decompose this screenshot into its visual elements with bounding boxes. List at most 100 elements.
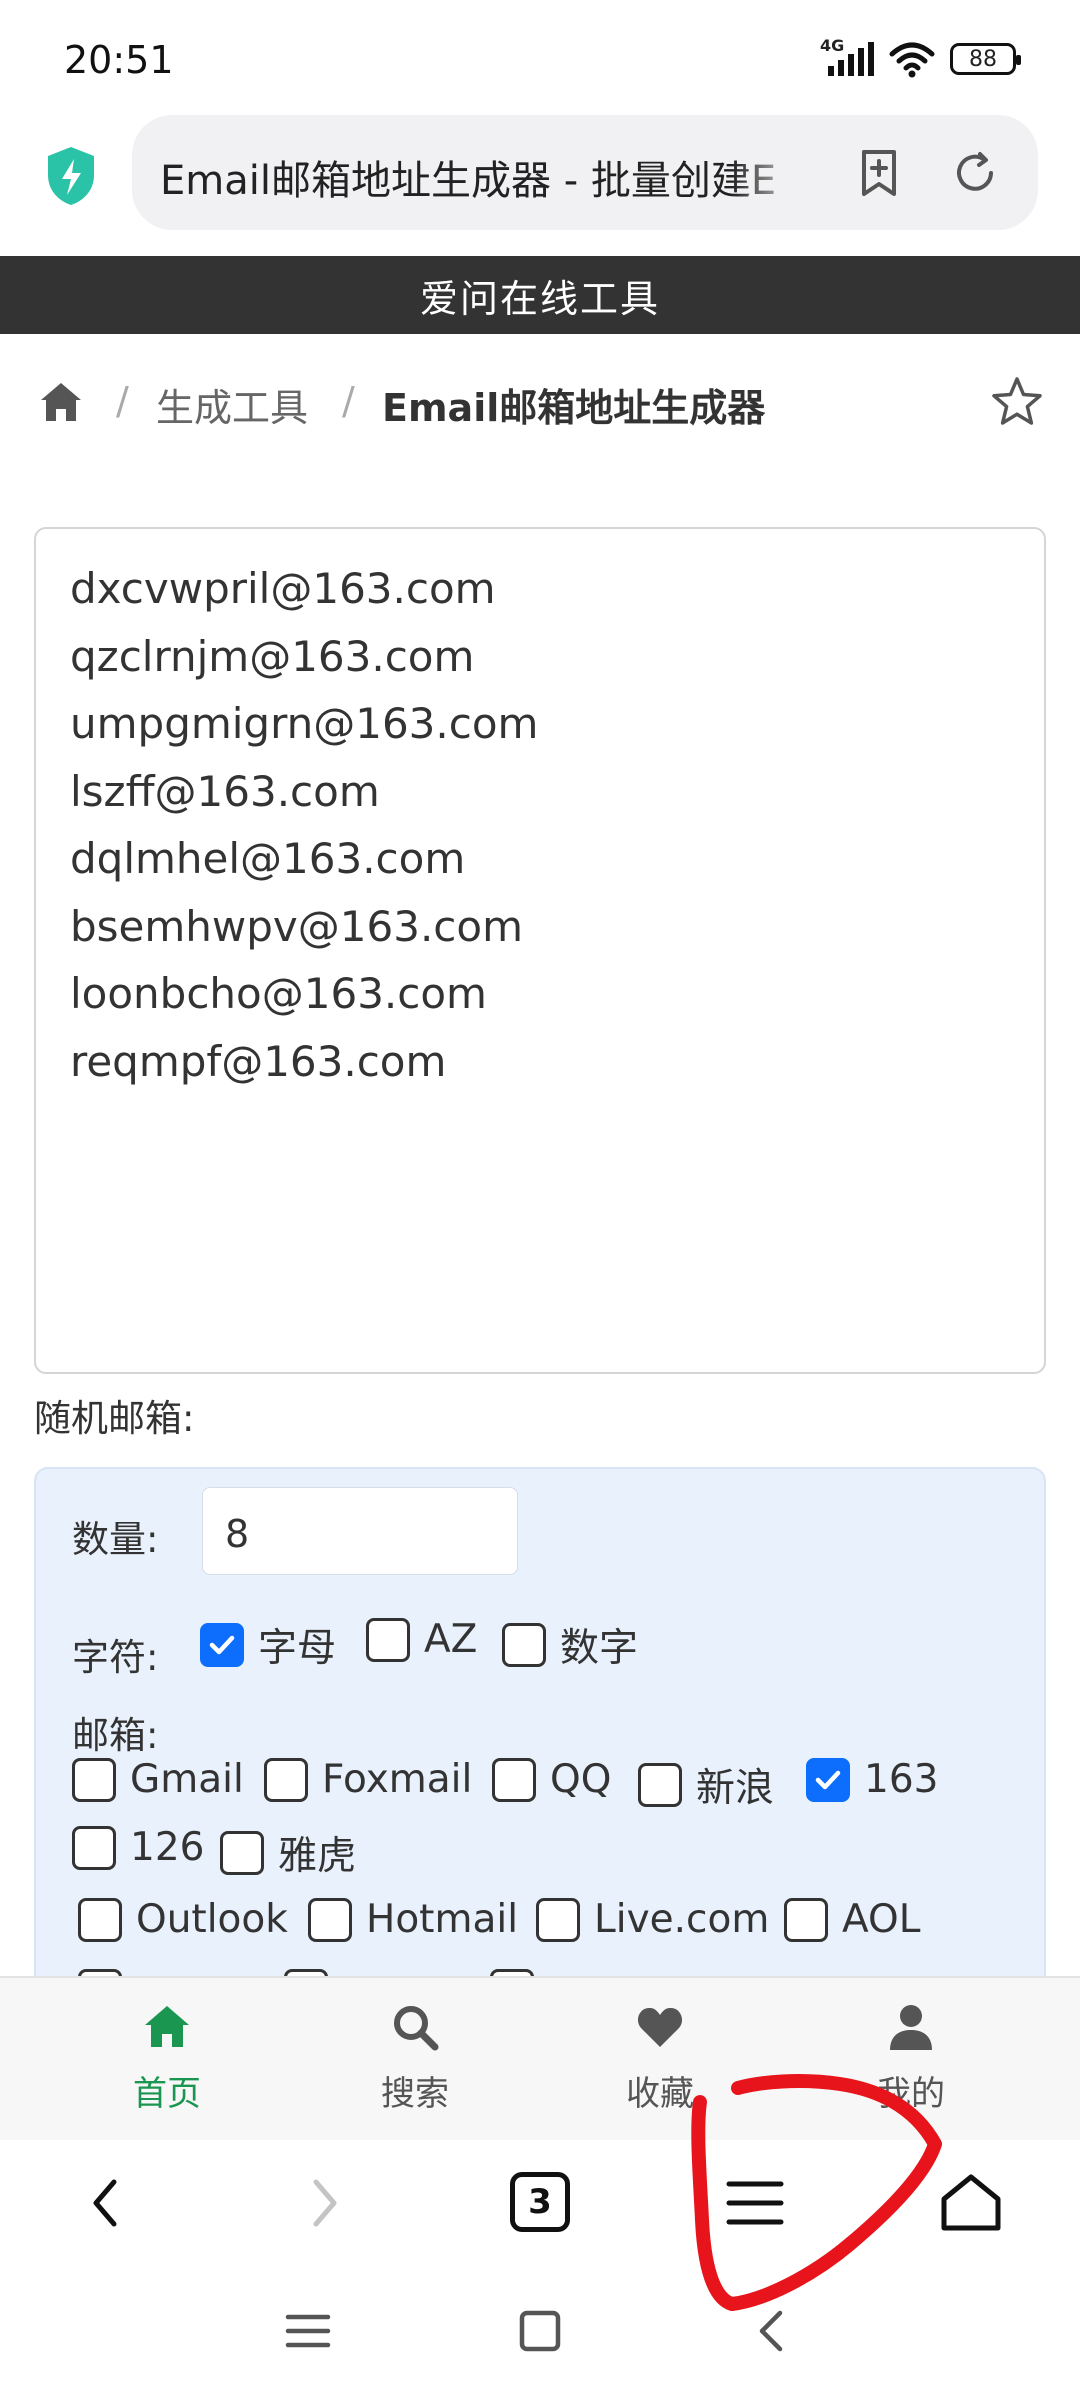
battery-level: 88 (969, 46, 997, 72)
tabs-count-button[interactable]: 3 (510, 2172, 570, 2232)
result-line: umpgmigrn@163.com (70, 699, 539, 748)
mailbox-label: 邮箱: (72, 1714, 159, 1757)
breadcrumb-parent-link[interactable]: 生成工具 (156, 377, 308, 432)
battery-icon: 88 (950, 43, 1021, 75)
search-icon (394, 2006, 439, 2051)
menu-icon[interactable] (722, 2170, 788, 2236)
result-textarea[interactable]: dxcvwpril@163.com qzclrnjm@163.com umpgm… (34, 527, 1046, 1374)
forward-icon[interactable] (290, 2170, 356, 2236)
checkbox-label: Hotmail (366, 1897, 519, 1942)
checkbox[interactable] (536, 1897, 580, 1942)
nav-label: 搜索 (381, 2074, 449, 2114)
home-icon[interactable] (938, 2170, 1004, 2236)
browser-address-row: Email邮箱地址生成器 - 批量创建E (0, 115, 1080, 255)
char-option-letters[interactable]: 字母 (200, 1617, 336, 1673)
site-header: 爱问在线工具 (0, 256, 1080, 334)
provider-aol[interactable]: AOL (784, 1897, 920, 1942)
user-icon (890, 2005, 932, 2050)
provider-live[interactable]: Live.com (536, 1897, 769, 1942)
provider-126[interactable]: 126 (72, 1825, 204, 1870)
add-bookmark-icon[interactable] (854, 148, 904, 198)
star-icon[interactable] (990, 375, 1044, 429)
breadcrumb: / 生成工具 / Email邮箱地址生成器 (0, 365, 1080, 445)
security-shield-icon[interactable] (44, 145, 98, 207)
checkbox-label: Foxmail (322, 1757, 473, 1802)
cellular-signal-icon: 4G (820, 36, 874, 76)
heart-icon (637, 2007, 683, 2047)
site-bottom-nav: 首页 搜索 收藏 我的 (0, 1976, 1080, 2140)
options-panel: 数量: 8 字符: 字母 AZ 数字 邮箱: Gmail Foxmail QQ … (34, 1467, 1046, 2027)
result-line: loonbcho@163.com (70, 969, 487, 1018)
checkbox-label: 雅虎 (278, 1834, 357, 1879)
address-text[interactable]: Email邮箱地址生成器 - 批量创建E (160, 148, 810, 206)
checkbox[interactable] (366, 1617, 410, 1662)
system-back-icon[interactable] (746, 2305, 798, 2357)
checkbox-label: 163 (864, 1757, 939, 1802)
checkbox-label: AOL (842, 1897, 921, 1942)
checkbox[interactable] (806, 1757, 850, 1802)
result-line: qzclrnjm@163.com (70, 631, 475, 681)
checkbox-label: AZ (424, 1617, 478, 1662)
quantity-input[interactable]: 8 (202, 1487, 518, 1575)
checkbox[interactable] (784, 1897, 828, 1942)
nav-label: 首页 (133, 2074, 201, 2114)
checkbox[interactable] (78, 1897, 122, 1942)
checkbox-label: Gmail (130, 1757, 244, 1802)
checkbox[interactable] (264, 1757, 308, 1802)
nav-label: 收藏 (626, 2074, 694, 2114)
checkbox-label: Outlook (136, 1897, 288, 1942)
chars-label: 字符: (72, 1636, 159, 1679)
checkbox-label: 数字 (560, 1626, 639, 1671)
back-icon[interactable] (74, 2170, 140, 2236)
checkbox-label: Live.com (594, 1897, 770, 1942)
checkbox[interactable] (72, 1757, 116, 1802)
recents-menu-icon[interactable] (282, 2305, 334, 2357)
network-type: 4G (820, 36, 845, 55)
breadcrumb-separator: / (342, 379, 355, 423)
address-bar[interactable]: Email邮箱地址生成器 - 批量创建E (132, 115, 1038, 230)
quantity-label: 数量: (72, 1518, 159, 1561)
wifi-icon (889, 42, 935, 78)
checkbox[interactable] (220, 1831, 264, 1875)
checkbox[interactable] (638, 1763, 682, 1807)
checkbox[interactable] (502, 1623, 546, 1667)
result-line: dqlmhel@163.com (70, 834, 466, 883)
provider-gmail[interactable]: Gmail (72, 1757, 244, 1802)
provider-qq[interactable]: QQ (492, 1757, 611, 1802)
status-bar: 20:51 4G 88 (0, 0, 1080, 115)
system-navigation-bar (0, 2265, 1080, 2400)
checkbox[interactable] (308, 1897, 352, 1942)
result-line: lszff@163.com (70, 766, 380, 816)
section-label: 随机邮箱: (34, 1397, 195, 1440)
provider-hotmail[interactable]: Hotmail (308, 1897, 518, 1942)
status-indicators: 4G 88 (820, 36, 1021, 78)
result-line: dxcvwpril@163.com (70, 564, 496, 613)
provider-sina[interactable]: 新浪 (638, 1757, 774, 1813)
provider-foxmail[interactable]: Foxmail (264, 1757, 472, 1802)
checkbox[interactable] (492, 1757, 536, 1802)
nav-favorites[interactable]: 收藏 (535, 1978, 785, 2142)
char-option-az[interactable]: AZ (366, 1617, 477, 1662)
nav-label: 我的 (877, 2074, 945, 2114)
result-line: bsemhwpv@163.com (70, 901, 523, 951)
nav-search[interactable]: 搜索 (290, 1978, 540, 2142)
checkbox[interactable] (72, 1825, 116, 1870)
provider-outlook[interactable]: Outlook (78, 1897, 288, 1942)
nav-mine[interactable]: 我的 (786, 1978, 1036, 2142)
breadcrumb-current: Email邮箱地址生成器 (382, 386, 766, 430)
char-option-digits[interactable]: 数字 (502, 1617, 638, 1673)
system-home-icon[interactable] (514, 2305, 566, 2357)
status-time: 20:51 (64, 38, 174, 82)
home-icon[interactable] (38, 379, 84, 425)
checkbox-label: QQ (550, 1757, 612, 1802)
provider-yahoo[interactable]: 雅虎 (220, 1825, 356, 1881)
checkbox[interactable] (200, 1623, 244, 1667)
provider-163[interactable]: 163 (806, 1757, 938, 1802)
checkbox-label: 新浪 (696, 1766, 775, 1811)
refresh-icon[interactable] (950, 148, 1000, 198)
checkbox-label: 字母 (258, 1626, 337, 1671)
site-title[interactable]: 爱问在线工具 (420, 268, 660, 323)
nav-home[interactable]: 首页 (42, 1978, 292, 2142)
home-icon (145, 2006, 189, 2047)
checkbox-label: 126 (130, 1825, 205, 1870)
